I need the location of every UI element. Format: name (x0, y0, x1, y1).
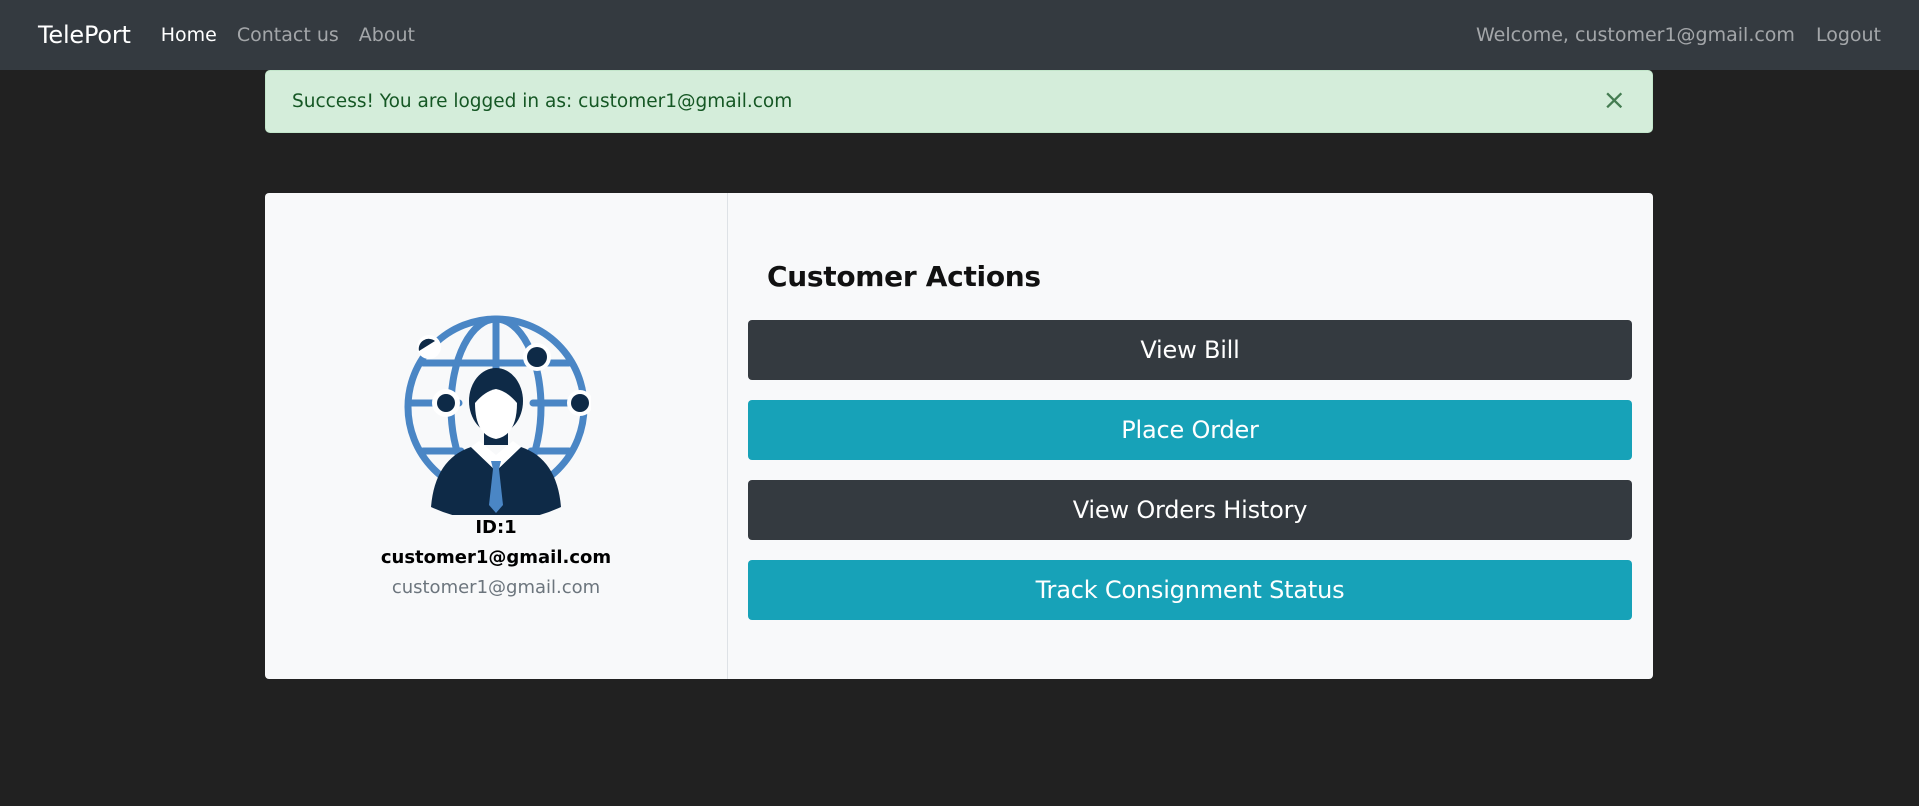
welcome-user-link[interactable]: Welcome, customer1@gmail.com (1476, 24, 1795, 46)
nav-link-contact[interactable]: Contact us (237, 24, 339, 46)
profile-panel: ID:1 customer1@gmail.com customer1@gmail… (265, 193, 728, 679)
customer-id: ID:1 (475, 517, 517, 538)
nav-link-home[interactable]: Home (161, 24, 217, 46)
view-bill-button[interactable]: View Bill (748, 320, 1632, 380)
nav-links: Home Contact us About (161, 24, 415, 46)
customer-email: customer1@gmail.com (391, 577, 601, 598)
brand-logo[interactable]: TelePort (38, 21, 131, 49)
close-icon[interactable]: × (1603, 86, 1626, 117)
navbar: TelePort Home Contact us About Welcome, … (0, 0, 1919, 70)
alert-message: Success! You are logged in as: customer1… (292, 91, 793, 112)
track-consignment-status-button[interactable]: Track Consignment Status (748, 560, 1632, 620)
success-alert: Success! You are logged in as: customer1… (265, 70, 1653, 133)
nav-user-area: Welcome, customer1@gmail.com Logout (1476, 24, 1881, 46)
view-orders-history-button[interactable]: View Orders History (748, 480, 1632, 540)
place-order-button[interactable]: Place Order (748, 400, 1632, 460)
actions-panel: Customer Actions View Bill Place Order V… (728, 193, 1653, 679)
customer-name: customer1@gmail.com (380, 547, 612, 568)
nav-link-about[interactable]: About (359, 24, 415, 46)
customer-globe-icon (404, 315, 591, 515)
logout-link[interactable]: Logout (1816, 24, 1881, 46)
actions-title: Customer Actions (767, 260, 1041, 293)
customer-card: ID:1 customer1@gmail.com customer1@gmail… (265, 193, 1653, 679)
